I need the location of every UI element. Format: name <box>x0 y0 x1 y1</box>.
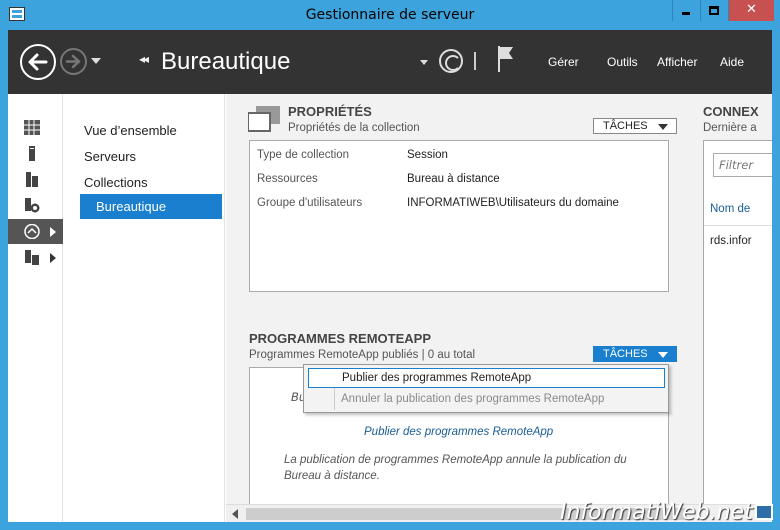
menu-item-publish-remoteapp[interactable]: Publier des programmes RemoteApp <box>308 368 665 388</box>
menu-help[interactable]: Aide <box>720 55 744 69</box>
properties-tasks-button[interactable]: TÂCHES <box>593 118 677 134</box>
property-value: Bureau à distance <box>407 173 500 185</box>
navigation-panel: Vue d’ensemble Serveurs Collections Bure… <box>64 94 225 522</box>
properties-subtitle: Propriétés de la collection <box>288 122 420 134</box>
sidebar-item-local-server[interactable] <box>8 141 63 166</box>
property-value: INFORMATIWEB\Utilisateurs du domaine <box>407 197 619 209</box>
forward-button[interactable] <box>60 48 87 75</box>
remote-desktop-icon <box>24 224 40 239</box>
sidebar-item-all-servers[interactable] <box>8 167 63 192</box>
remoteapp-title: PROGRAMMES REMOTEAPP <box>249 331 432 346</box>
history-dropdown-icon[interactable] <box>91 58 101 64</box>
notifications-flag-icon[interactable] <box>497 45 515 73</box>
sidebar-item-file-storage[interactable] <box>8 193 63 218</box>
properties-tasks-label: TÂCHES <box>603 120 648 132</box>
remoteapp-tasks-label: TÂCHES <box>603 348 648 360</box>
nav-item-overview[interactable]: Vue d’ensemble <box>84 123 177 138</box>
rds-icon <box>25 250 39 265</box>
tasks-dropdown-menu: Publier des programmes RemoteApp Annuler… <box>303 364 669 413</box>
chevron-down-icon <box>658 352 668 358</box>
main-body: Vue d’ensemble Serveurs Collections Bure… <box>8 94 772 522</box>
maximize-icon <box>709 6 719 15</box>
icon-sidebar <box>8 94 63 522</box>
back-button[interactable] <box>20 44 56 80</box>
watermark: InformatiWeb.net <box>560 500 753 525</box>
header-bar: ◂◂ Bureautique Gérer Outils Afficher Aid… <box>8 30 772 94</box>
menu-manage[interactable]: Gérer <box>548 55 579 69</box>
server-manager-window: Gestionnaire de serveur ✕ ◂◂ Bureautique… <box>0 0 780 530</box>
property-value: Session <box>407 149 448 161</box>
connections-column-header[interactable]: Nom de <box>710 203 750 215</box>
window-title: Gestionnaire de serveur <box>305 7 475 23</box>
local-server-icon <box>29 146 35 161</box>
minimize-button[interactable] <box>672 0 699 21</box>
expand-arrow-icon[interactable] <box>50 227 56 237</box>
sidebar-item-dashboard[interactable] <box>8 115 63 140</box>
table-row[interactable]: rds.infor <box>710 235 752 247</box>
close-button[interactable]: ✕ <box>728 0 774 21</box>
properties-icon <box>248 106 280 132</box>
expand-arrow-icon[interactable] <box>50 253 56 263</box>
property-label: Groupe d'utilisateurs <box>257 197 363 209</box>
nav-item-bureautique[interactable]: Bureautique <box>80 194 222 219</box>
remoteapp-tasks-button[interactable]: TÂCHES <box>593 346 677 362</box>
breadcrumb-arrows[interactable]: ◂◂ <box>139 52 149 66</box>
nav-item-servers[interactable]: Serveurs <box>84 149 136 164</box>
page-title: Bureautique <box>161 48 291 75</box>
arrow-right-icon <box>65 54 81 69</box>
arrow-left-icon <box>28 53 48 71</box>
connections-box: Filtrer Nom de rds.infor <box>703 140 772 504</box>
remoteapp-subtitle: Programmes RemoteApp publiés | 0 au tota… <box>249 349 476 361</box>
file-storage-icon <box>25 198 40 213</box>
title-bar: Gestionnaire de serveur ✕ <box>0 0 780 30</box>
dashboard-icon <box>24 120 40 135</box>
menu-view[interactable]: Afficher <box>657 55 697 69</box>
header-separator <box>474 52 476 70</box>
remoteapp-description: La publication de programmes RemoteApp a… <box>284 454 627 482</box>
minimize-icon <box>682 12 690 15</box>
publish-remoteapp-link[interactable]: Publier des programmes RemoteApp <box>364 426 553 438</box>
connections-title: CONNEX <box>703 104 759 119</box>
menu-item-unpublish-remoteapp: Annuler la publication des programmes Re… <box>341 393 605 405</box>
properties-title: PROPRIÉTÉS <box>288 104 372 119</box>
column-divider <box>704 225 772 226</box>
properties-box: Type de collection Session Ressources Bu… <box>249 140 669 292</box>
scroll-left-icon[interactable] <box>232 509 238 519</box>
property-label: Ressources <box>257 173 318 185</box>
sidebar-item-remote-desktop[interactable] <box>8 219 63 244</box>
property-label: Type de collection <box>257 149 350 161</box>
header-dropdown-icon[interactable] <box>420 60 428 65</box>
close-icon: ✕ <box>746 2 757 17</box>
content-area: PROPRIÉTÉS Propriétés de la collection T… <box>226 94 772 504</box>
nav-item-collections[interactable]: Collections <box>84 175 148 190</box>
sidebar-item-rds[interactable] <box>8 245 63 270</box>
connections-filter-input[interactable]: Filtrer <box>713 153 772 177</box>
watermark-monitor-icon <box>755 504 773 520</box>
chevron-down-icon <box>658 124 668 130</box>
connections-subtitle: Dernière a <box>703 122 757 134</box>
maximize-button[interactable] <box>700 0 727 21</box>
refresh-icon[interactable] <box>439 49 463 73</box>
menu-tools[interactable]: Outils <box>607 55 638 69</box>
all-servers-icon <box>26 172 38 187</box>
